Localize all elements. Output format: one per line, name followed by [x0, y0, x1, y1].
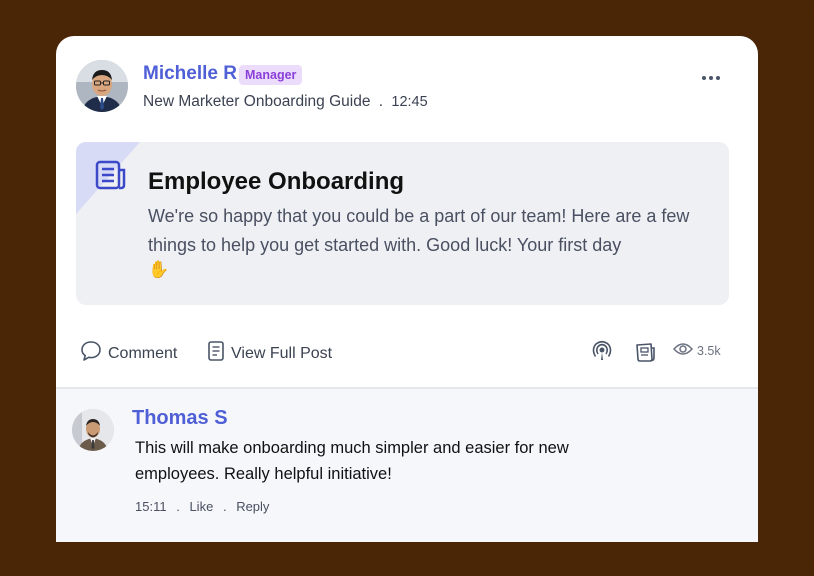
reply-button[interactable]: Reply — [236, 499, 269, 514]
document-outline-icon — [207, 340, 225, 367]
comment-text: This will make onboarding much simpler a… — [135, 439, 569, 483]
view-full-post-button[interactable]: View Full Post — [207, 340, 332, 367]
more-dot — [716, 76, 720, 80]
raised-hand-emoji: ✋ — [148, 260, 170, 279]
post-time: 12:45 — [391, 94, 428, 110]
comment-label: Comment — [108, 344, 178, 362]
comment-button[interactable]: Comment — [80, 340, 177, 367]
comment-bubble-icon — [80, 340, 102, 367]
view-full-post-label: View Full Post — [231, 344, 333, 362]
author-name[interactable]: Michelle R — [143, 63, 237, 85]
comment-meta-row: 15:11 . Like . Reply — [135, 499, 269, 514]
podcast-icon[interactable] — [590, 340, 614, 369]
views-counter: 3.5k — [672, 342, 721, 359]
comment-time: 15:11 — [135, 499, 167, 514]
more-options-button[interactable] — [696, 66, 726, 90]
comment-section: Thomas S This will make onboarding much … — [56, 389, 758, 542]
commenter-avatar[interactable] — [72, 409, 114, 451]
post-body: We're so happy that you could be a part … — [148, 206, 690, 255]
page-background: Michelle R Manager New Marketer Onboardi… — [0, 0, 814, 576]
eye-icon — [672, 342, 694, 359]
post-content-box[interactable]: Employee Onboarding We're so happy that … — [76, 142, 729, 305]
more-horizontal-icon — [702, 76, 706, 80]
post-title: Employee Onboarding — [148, 168, 405, 195]
post-actions-bar: Comment View Full Post 3.5k — [56, 336, 758, 370]
meta-separator: . — [378, 93, 384, 110]
post-context[interactable]: New Marketer Onboarding Guide — [143, 93, 370, 110]
newspaper-icon[interactable] — [633, 340, 657, 369]
post-card: Michelle R Manager New Marketer Onboardi… — [56, 36, 758, 542]
commenter-name[interactable]: Thomas S — [132, 407, 228, 430]
author-avatar[interactable] — [76, 60, 128, 112]
comment-meta-separator: . — [222, 499, 227, 514]
post-meta: New Marketer Onboarding Guide . 12:45 — [143, 93, 428, 111]
role-badge: Manager — [239, 65, 303, 85]
views-count: 3.5k — [697, 343, 721, 358]
document-icon — [95, 160, 127, 195]
more-dot — [709, 76, 713, 80]
comment-meta-separator: . — [176, 499, 180, 514]
like-button[interactable]: Like — [189, 499, 213, 514]
